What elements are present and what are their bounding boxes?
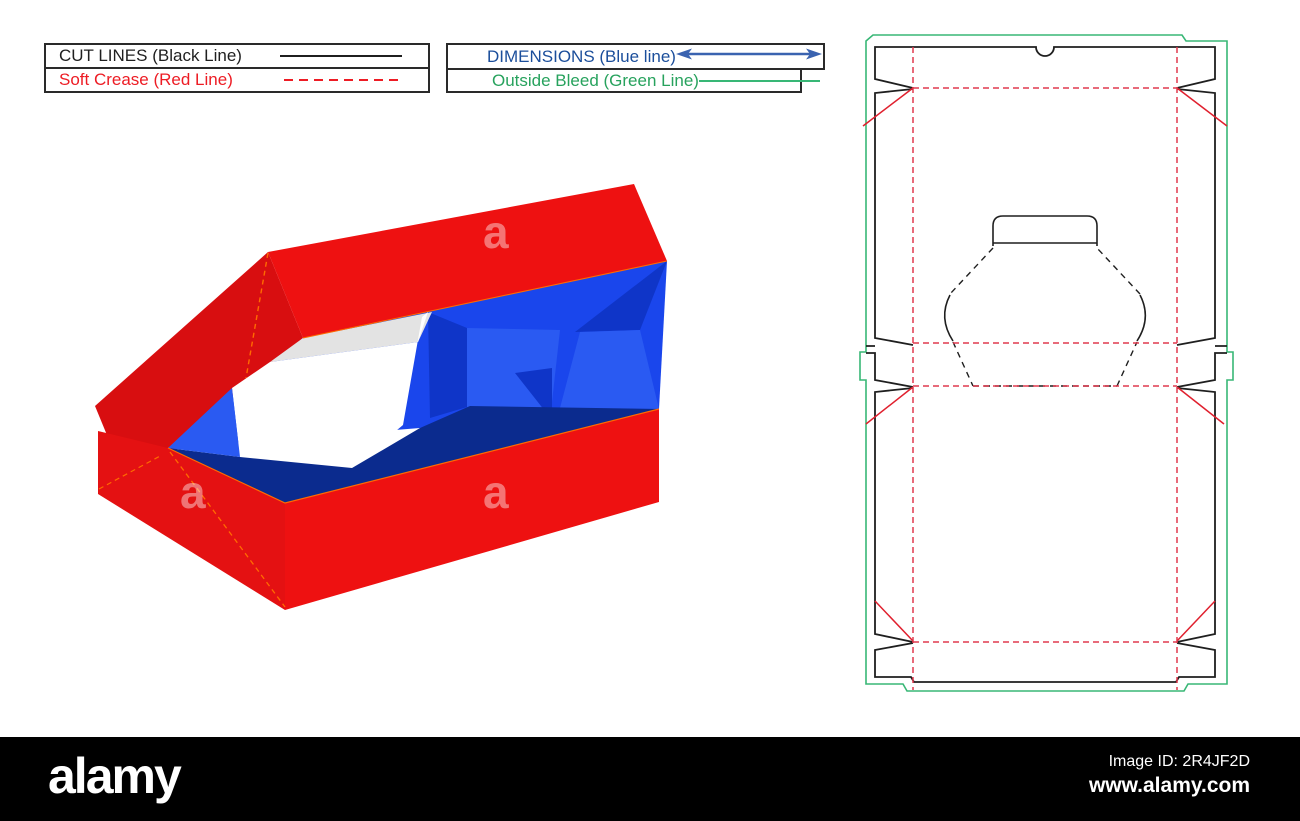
window-perforation-lines (949, 247, 1141, 387)
footer-bar: alamy Image ID: 2R4JF2D www.alamy.com (0, 737, 1300, 821)
legend-cut-crease: CUT LINES (Black Line) Soft Crease (Red … (44, 43, 430, 93)
watermark-a: a (180, 466, 206, 518)
legend-row-outside-bleed: Outside Bleed (Green Line) (446, 68, 820, 93)
image-id-text: Image ID: 2R4JF2D (1108, 753, 1250, 770)
soft-crease-lines (912, 47, 1178, 690)
dimensions-label: DIMENSIONS (Blue line) (487, 46, 676, 66)
legend-row-cut-lines: CUT LINES (Black Line) (44, 43, 430, 69)
cut-lines-label: CUT LINES (Black Line) (59, 46, 242, 65)
dieline-drawing (859, 34, 1234, 692)
bleed-line-sample (698, 79, 820, 82)
website-text: www.alamy.com (1088, 774, 1250, 797)
alamy-logo: alamy (48, 748, 182, 804)
legend-row-soft-crease: Soft Crease (Red Line) (44, 67, 430, 93)
watermark-a: a (483, 466, 509, 518)
dimension-arrow-icon (675, 46, 822, 67)
cut-line-sample (280, 55, 402, 57)
watermark-a: a (483, 206, 509, 258)
interior-back-panel-dark (428, 312, 467, 418)
page: { "legend_cut": { "cut_label": "CUT LINE… (0, 0, 1300, 821)
cut-lines (866, 46, 1227, 683)
corner-crease-lines (862, 87, 1228, 642)
window-cut-lines (943, 215, 1147, 342)
soft-crease-label: Soft Crease (Red Line) (59, 70, 233, 89)
crease-line-sample (284, 79, 402, 81)
legend-row-dimensions: DIMENSIONS (Blue line) (446, 43, 825, 70)
legend-dimensions-bleed: DIMENSIONS (Blue line) Outside Bleed (Gr… (446, 43, 825, 93)
outside-bleed-label: Outside Bleed (Green Line) (492, 70, 699, 90)
box-3d-render: a a a (95, 184, 668, 610)
